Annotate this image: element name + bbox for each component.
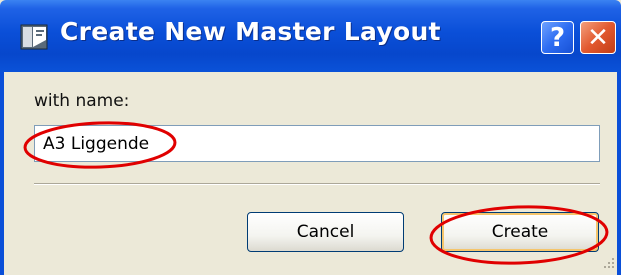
name-input[interactable]	[34, 125, 600, 162]
title-bar[interactable]: Create New Master Layout ? ✕	[0, 0, 621, 72]
window-border-right	[617, 72, 621, 275]
create-button[interactable]: Create	[441, 212, 599, 252]
close-button[interactable]: ✕	[580, 21, 616, 54]
window-title: Create New Master Layout	[60, 17, 441, 46]
layout-app-icon	[20, 24, 48, 50]
window-border-left	[0, 72, 4, 275]
help-icon: ?	[549, 22, 566, 53]
dialog-window: Create New Master Layout ? ✕ with name: …	[0, 0, 621, 275]
cancel-button[interactable]: Cancel	[247, 212, 404, 252]
name-label: with name:	[34, 91, 130, 111]
separator-line	[34, 183, 600, 185]
close-icon: ✕	[587, 22, 609, 53]
resize-grip-icon[interactable]	[601, 255, 615, 269]
help-button[interactable]: ?	[541, 21, 574, 54]
